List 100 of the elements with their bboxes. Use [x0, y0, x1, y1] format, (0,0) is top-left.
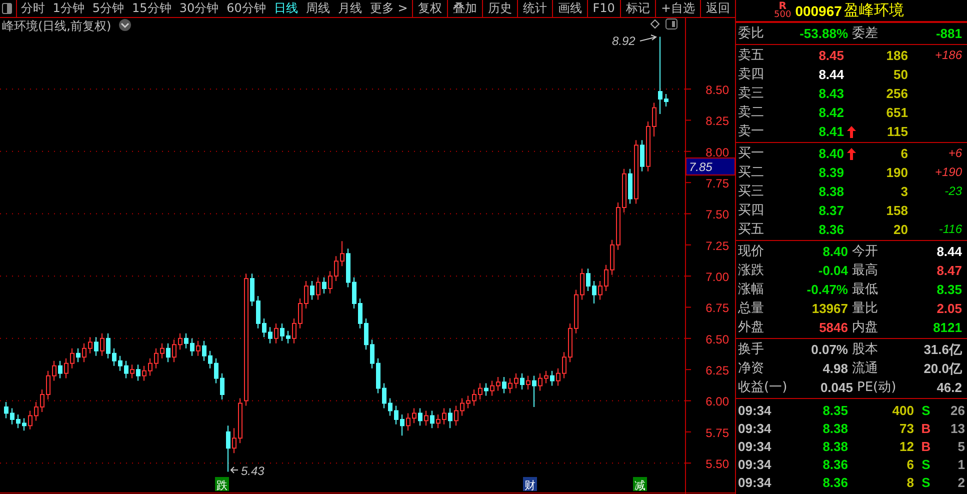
toolbar-tab[interactable]: 返回 [700, 0, 735, 17]
price-axis-label: 8.50 [706, 83, 729, 98]
order-volume: 256 [885, 85, 908, 103]
order-volume: 651 [885, 104, 908, 122]
toolbar-tab[interactable]: 60分钟 [222, 0, 270, 17]
candle [52, 360, 56, 382]
candle [526, 375, 530, 390]
toolbar-tab[interactable]: 月线 [334, 0, 366, 17]
toolbar-tab[interactable]: F10 [586, 0, 620, 17]
candle [622, 168, 626, 213]
candle [484, 382, 488, 396]
toolbar-tab[interactable]: 历史 [482, 0, 517, 17]
candle [358, 298, 362, 329]
candle [460, 398, 464, 416]
candle [628, 168, 632, 204]
candle [418, 408, 422, 426]
candle [112, 348, 116, 366]
order-volume: 20 [892, 221, 908, 239]
toolbar-tab[interactable]: 叠加 [446, 0, 482, 17]
candle [562, 352, 566, 379]
market-tag-text: R 500 [774, 2, 792, 20]
toolbar-tab[interactable]: +自选 [654, 0, 700, 17]
candle [142, 365, 146, 382]
candle [346, 248, 350, 288]
price-axis-label: 6.00 [706, 394, 729, 409]
candle [214, 358, 218, 384]
candle [538, 372, 542, 392]
candle [118, 355, 122, 372]
order-level-label: 卖二 [737, 104, 765, 122]
candle [70, 348, 74, 369]
field-label: 今开 [851, 243, 879, 261]
field-label: 总量 [737, 300, 765, 318]
toolbar-tab[interactable]: 更多 > [366, 0, 412, 17]
panel-toggle-icon[interactable] [2, 3, 12, 14]
leader-arrow [230, 466, 238, 474]
field-label: 最低 [851, 281, 879, 299]
candle [196, 340, 200, 356]
candle [454, 405, 458, 426]
tick-time: 09:34 [737, 402, 772, 420]
order-price: 8.42 [818, 104, 844, 122]
candle [490, 380, 494, 396]
candle [352, 276, 356, 309]
candle [160, 342, 164, 359]
candle [514, 372, 518, 389]
tick-side: B [920, 420, 932, 438]
toolbar-tab[interactable]: 分时 [16, 0, 49, 17]
order-change: -23 [944, 184, 962, 198]
tick-side: S [920, 474, 932, 492]
candle [184, 332, 188, 349]
toggle-icon[interactable] [666, 18, 678, 30]
candle [22, 418, 26, 432]
price-axis-label: 6.50 [706, 332, 729, 346]
candle [268, 326, 272, 344]
toolbar-tab[interactable]: 周线 [302, 0, 334, 17]
candle [154, 348, 158, 369]
price-axis-label: 7.25 [706, 238, 729, 253]
field-value: 46.2 [936, 379, 962, 397]
field-label: 外盘 [737, 319, 765, 337]
tick-count: 5 [956, 438, 965, 456]
order-volume: 3 [900, 183, 908, 201]
toolbar-tab[interactable]: 15分钟 [128, 0, 176, 17]
toolbar-tab[interactable]: 复权 [412, 0, 447, 17]
tick-time: 09:34 [737, 456, 772, 474]
toolbar-tab[interactable]: 画线 [552, 0, 587, 17]
field-label: 涨幅 [737, 281, 765, 299]
candle [232, 428, 236, 454]
tick-volume: 12 [898, 438, 914, 456]
field-value: 0.045 [819, 379, 853, 397]
toolbar-tab[interactable]: 统计 [516, 0, 552, 17]
event-marker[interactable]: 减 [633, 477, 647, 492]
field-label: 最高 [851, 262, 879, 280]
toolbar-tab[interactable]: 5分钟 [88, 0, 128, 17]
candle [640, 140, 644, 172]
toolbar-tab[interactable]: 1分钟 [48, 0, 88, 17]
diamond-icon[interactable] [650, 19, 660, 29]
price-axis-label: 5.50 [706, 457, 729, 472]
candle [100, 332, 104, 356]
toolbar-tab[interactable]: 标记 [620, 0, 655, 17]
price-axis-label: 7.75 [706, 176, 729, 191]
candle [298, 298, 302, 329]
candle [472, 389, 476, 406]
candle [28, 410, 32, 430]
candle [376, 358, 380, 394]
candle [574, 289, 578, 334]
dropdown-icon[interactable] [119, 19, 131, 31]
order-volume: 190 [885, 164, 908, 182]
order-level-label: 买三 [737, 183, 765, 201]
order-change: +186 [934, 48, 962, 62]
candle [430, 410, 434, 429]
candle [148, 358, 152, 376]
event-marker[interactable]: 财 [523, 477, 537, 492]
candle [478, 382, 482, 400]
candle [226, 425, 230, 472]
toolbar-tab[interactable]: 30分钟 [175, 0, 223, 17]
event-marker[interactable]: 跌 [215, 477, 229, 492]
candle [508, 378, 512, 394]
order-price: 8.36 [818, 221, 844, 239]
toolbar-tab[interactable]: 日线 [270, 0, 302, 17]
candle [436, 414, 440, 429]
candle [664, 94, 668, 108]
